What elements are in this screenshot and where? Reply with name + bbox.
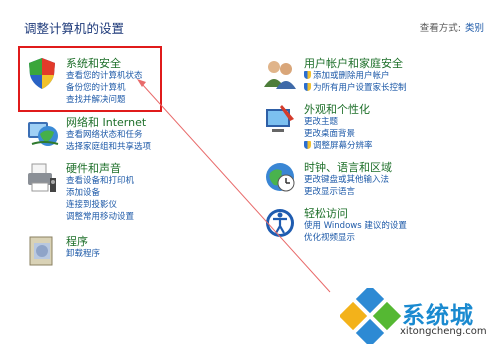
watermark-url: xitongcheng.com xyxy=(400,326,487,337)
watermark-text: 系统城 xyxy=(402,303,474,329)
